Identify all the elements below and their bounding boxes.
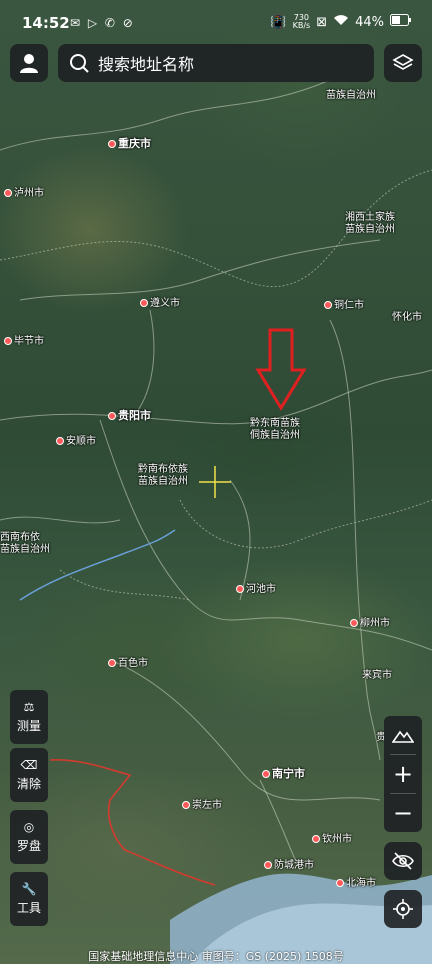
no-sim-icon: ⊠	[316, 14, 328, 30]
search-placeholder: 搜索地址名称	[98, 55, 195, 74]
map-label-qianxinan: 西南布依 苗族自治州	[0, 532, 50, 555]
map-label-luzhou: 泸州市	[4, 188, 44, 200]
tools-button[interactable]: 🔧 工具	[10, 872, 48, 926]
map-label-liuzhou: 柳州市	[350, 618, 390, 630]
clear-button[interactable]: ⌫ 清除	[10, 748, 48, 802]
terrain-button[interactable]	[384, 716, 422, 754]
compass-icon: ◎	[23, 820, 35, 834]
map-label-beihai: 北海市	[336, 878, 376, 890]
battery-icon	[390, 14, 412, 30]
layers-icon	[392, 54, 414, 70]
map-label-qinzhou: 钦州市	[312, 834, 352, 846]
user-button[interactable]	[10, 44, 48, 82]
map-label-zunyi: 遵义市	[140, 298, 180, 310]
map-label-guiyang: 贵阳市	[108, 410, 151, 422]
mountain-icon	[392, 730, 414, 743]
wifi-icon	[333, 14, 349, 30]
satellite-map[interactable]: 重庆市 泸州市 遵义市 毕节市 贵阳市 安顺市 黔南布依族 苗族自治州 黔东南苗族…	[0, 0, 432, 964]
battery-text: 44%	[355, 14, 384, 30]
map-label-qiannan: 黔南布依族 苗族自治州	[138, 464, 188, 487]
map-label-huaihua: 怀化市	[392, 312, 422, 323]
compass-button[interactable]: ◎ 罗盘	[10, 810, 48, 864]
layers-button[interactable]	[384, 44, 422, 82]
status-bar: 14:52 ✉ ▷ ✆ ⊘ 📳 730 KB/s ⊠ 44%	[0, 0, 432, 48]
zoom-controls: + −	[384, 716, 422, 832]
map-label-hechi: 河池市	[236, 584, 276, 596]
search-icon	[70, 54, 89, 73]
map-label-qiandongnan: 黔东南苗族 侗族自治州	[250, 418, 300, 441]
search-bar[interactable]: 搜索地址名称	[58, 44, 374, 82]
wrench-icon: 🔧	[21, 882, 37, 896]
vibrate-icon: 📳	[270, 14, 287, 30]
measure-button[interactable]: ⚖ 测量	[10, 690, 48, 744]
map-label-bijie: 毕节市	[4, 336, 44, 348]
center-crosshair	[199, 466, 231, 498]
locate-icon	[393, 899, 413, 919]
map-label-laibin: 来宾市	[362, 670, 392, 681]
map-label-tongren: 铜仁市	[324, 300, 364, 312]
map-label-fangchenggang: 防城港市	[264, 860, 314, 872]
notification-icons: ✉ ▷ ✆ ⊘	[70, 16, 135, 30]
locate-button[interactable]	[384, 890, 422, 928]
map-label-baise: 百色市	[108, 658, 148, 670]
map-label-chongqing: 重庆市	[108, 138, 151, 150]
status-right: 📳 730 KB/s ⊠ 44%	[270, 14, 412, 30]
map-overlay	[0, 79, 432, 964]
eye-off-icon	[392, 852, 414, 870]
hide-button[interactable]	[384, 842, 422, 880]
measure-icon: ⚖	[23, 700, 35, 714]
user-icon	[20, 54, 38, 73]
net-speed: 730 KB/s	[292, 13, 311, 30]
eraser-icon: ⌫	[20, 758, 38, 772]
map-label-anshun: 安顺市	[56, 436, 96, 448]
map-attribution: 国家基础地理信息中心 审图号：GS (2025) 1508号	[88, 950, 344, 963]
map-label-xiangxi: 湘西土家族 苗族自治州	[345, 212, 395, 235]
status-time: 14:52	[22, 14, 70, 32]
red-arrow-marker	[255, 328, 307, 411]
map-label-chongzuo: 崇左市	[182, 800, 222, 812]
zoom-out-button[interactable]: −	[384, 794, 422, 832]
zoom-in-button[interactable]: +	[384, 755, 422, 793]
map-label-top-right: 苗族自治州	[326, 90, 376, 101]
map-label-nanning: 南宁市	[262, 768, 305, 780]
